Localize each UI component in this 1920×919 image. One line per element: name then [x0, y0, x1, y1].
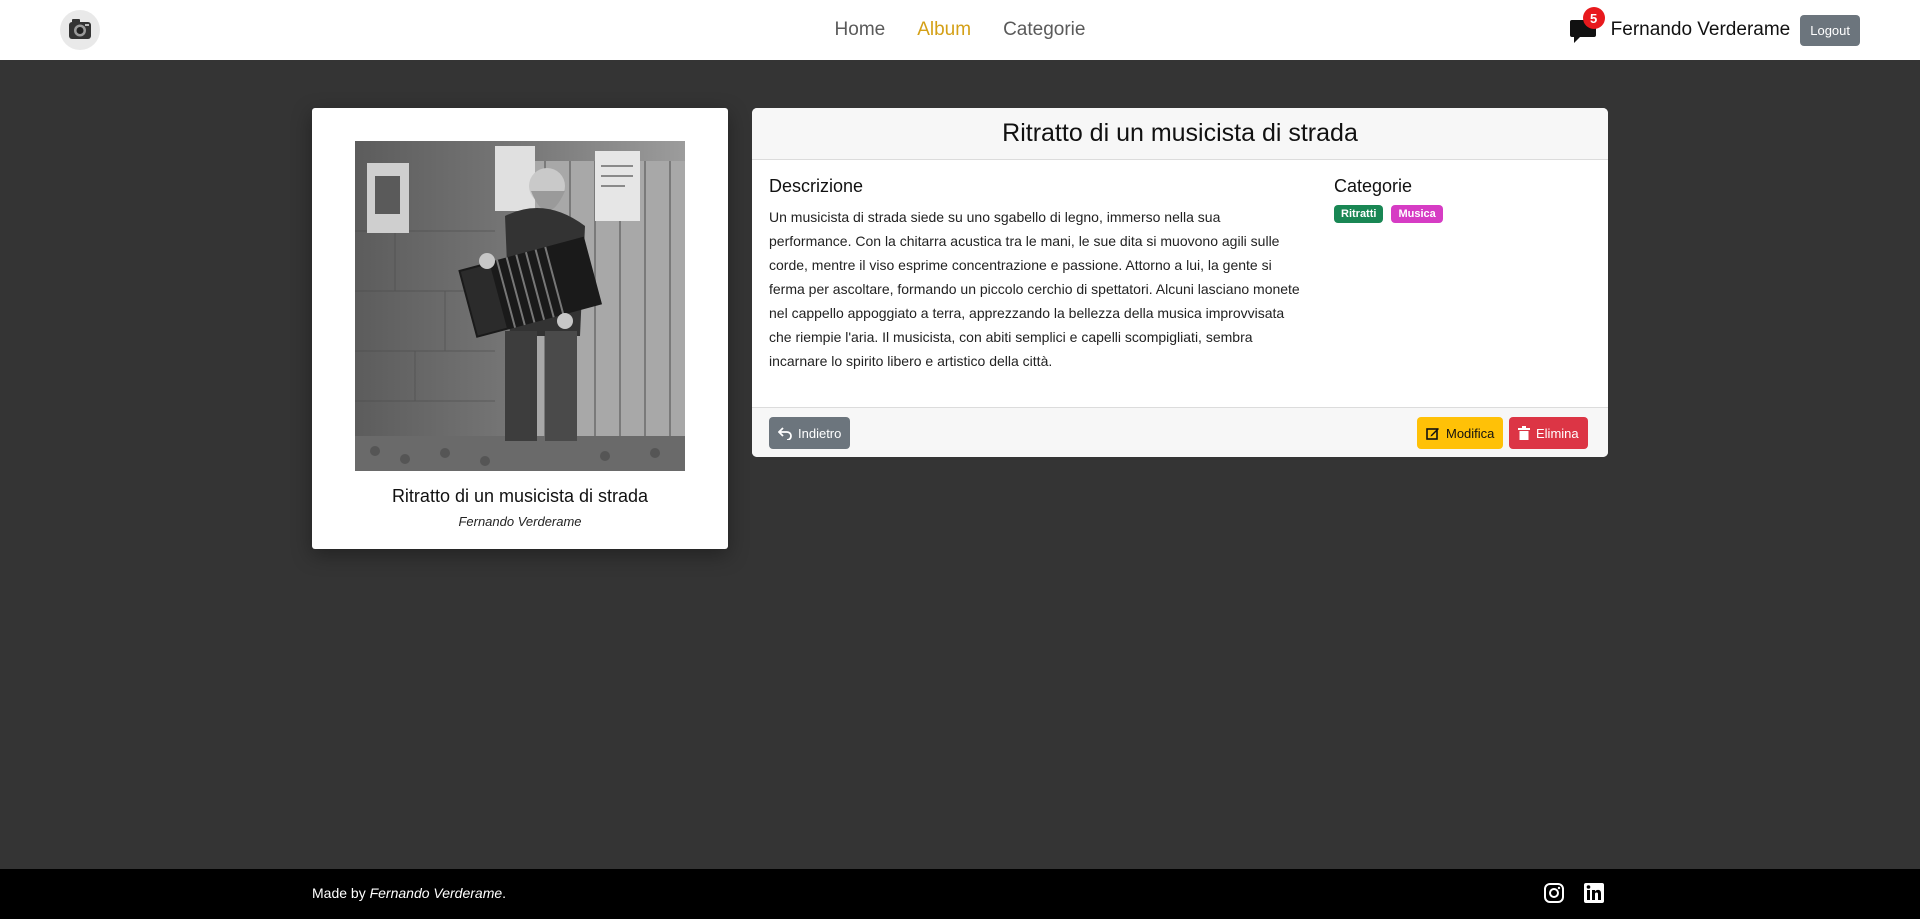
nav-home-link[interactable]: Home — [835, 19, 886, 41]
messages-button[interactable]: 5 — [1569, 7, 1605, 45]
footer-made-by: Made by — [312, 885, 366, 901]
photo-caption: Ritratto di un musicista di strada — [391, 486, 649, 506]
detail-title: Ritratto di un musicista di strada — [752, 108, 1608, 160]
footer-period: . — [502, 885, 507, 901]
categories-section: Categorie Ritratti Musica — [1334, 176, 1594, 223]
trash-icon — [1518, 426, 1530, 440]
notification-badge: 5 — [1582, 7, 1605, 29]
edit-icon — [1426, 428, 1439, 440]
logout-button[interactable]: Logout — [1800, 14, 1860, 46]
category-badge-ritratti[interactable]: Ritratti — [1334, 205, 1384, 223]
page-footer: Made by Fernando Verderame. — [0, 869, 1920, 919]
footer-author-name: Fernando Verderame — [369, 885, 503, 901]
camera-logo-icon — [69, 19, 91, 39]
instagram-icon — [1544, 883, 1564, 903]
back-button-label: Indietro — [798, 425, 842, 441]
categories-heading: Categorie — [1334, 176, 1413, 196]
navbar: Home Album Categorie 5 Fernando Verderam… — [0, 0, 1920, 60]
linkedin-icon — [1584, 883, 1604, 903]
photo-card: Ritratto di un musicista di strada Ferna… — [312, 108, 728, 549]
description-section: Descrizione Un musicista di strada siede… — [769, 176, 1304, 373]
back-button[interactable]: Indietro — [769, 417, 851, 449]
category-badge-musica[interactable]: Musica — [1391, 205, 1443, 223]
delete-button-label: Elimina — [1536, 425, 1579, 441]
brand-logo[interactable] — [60, 10, 100, 50]
description-text: Un musicista di strada siede su uno sgab… — [769, 209, 1300, 369]
delete-button[interactable]: Elimina — [1509, 417, 1588, 449]
nav-album-link[interactable]: Album — [917, 19, 971, 41]
photo-image[interactable] — [355, 141, 685, 471]
social-links — [1543, 882, 1605, 909]
category-badges: Ritratti Musica — [1334, 205, 1594, 223]
linkedin-link[interactable] — [1583, 882, 1605, 909]
street-musician-photo — [355, 141, 685, 471]
user-area: 5 Fernando Verderame Logout — [1569, 0, 1860, 60]
nav-categorie-link[interactable]: Categorie — [1003, 19, 1085, 41]
user-name: Fernando Verderame — [1610, 19, 1791, 40]
edit-button[interactable]: Modifica — [1417, 417, 1504, 449]
description-heading: Descrizione — [769, 176, 864, 196]
footer-credit: Made by Fernando Verderame. — [312, 885, 506, 901]
edit-button-label: Modifica — [1446, 425, 1495, 441]
detail-card: Ritratto di un musicista di strada Descr… — [752, 108, 1608, 457]
detail-actions: Indietro Modifica Elimina — [752, 407, 1608, 457]
undo-arrow-icon — [778, 427, 792, 440]
instagram-link[interactable] — [1543, 882, 1565, 909]
photo-author: Fernando Verderame — [458, 514, 582, 529]
